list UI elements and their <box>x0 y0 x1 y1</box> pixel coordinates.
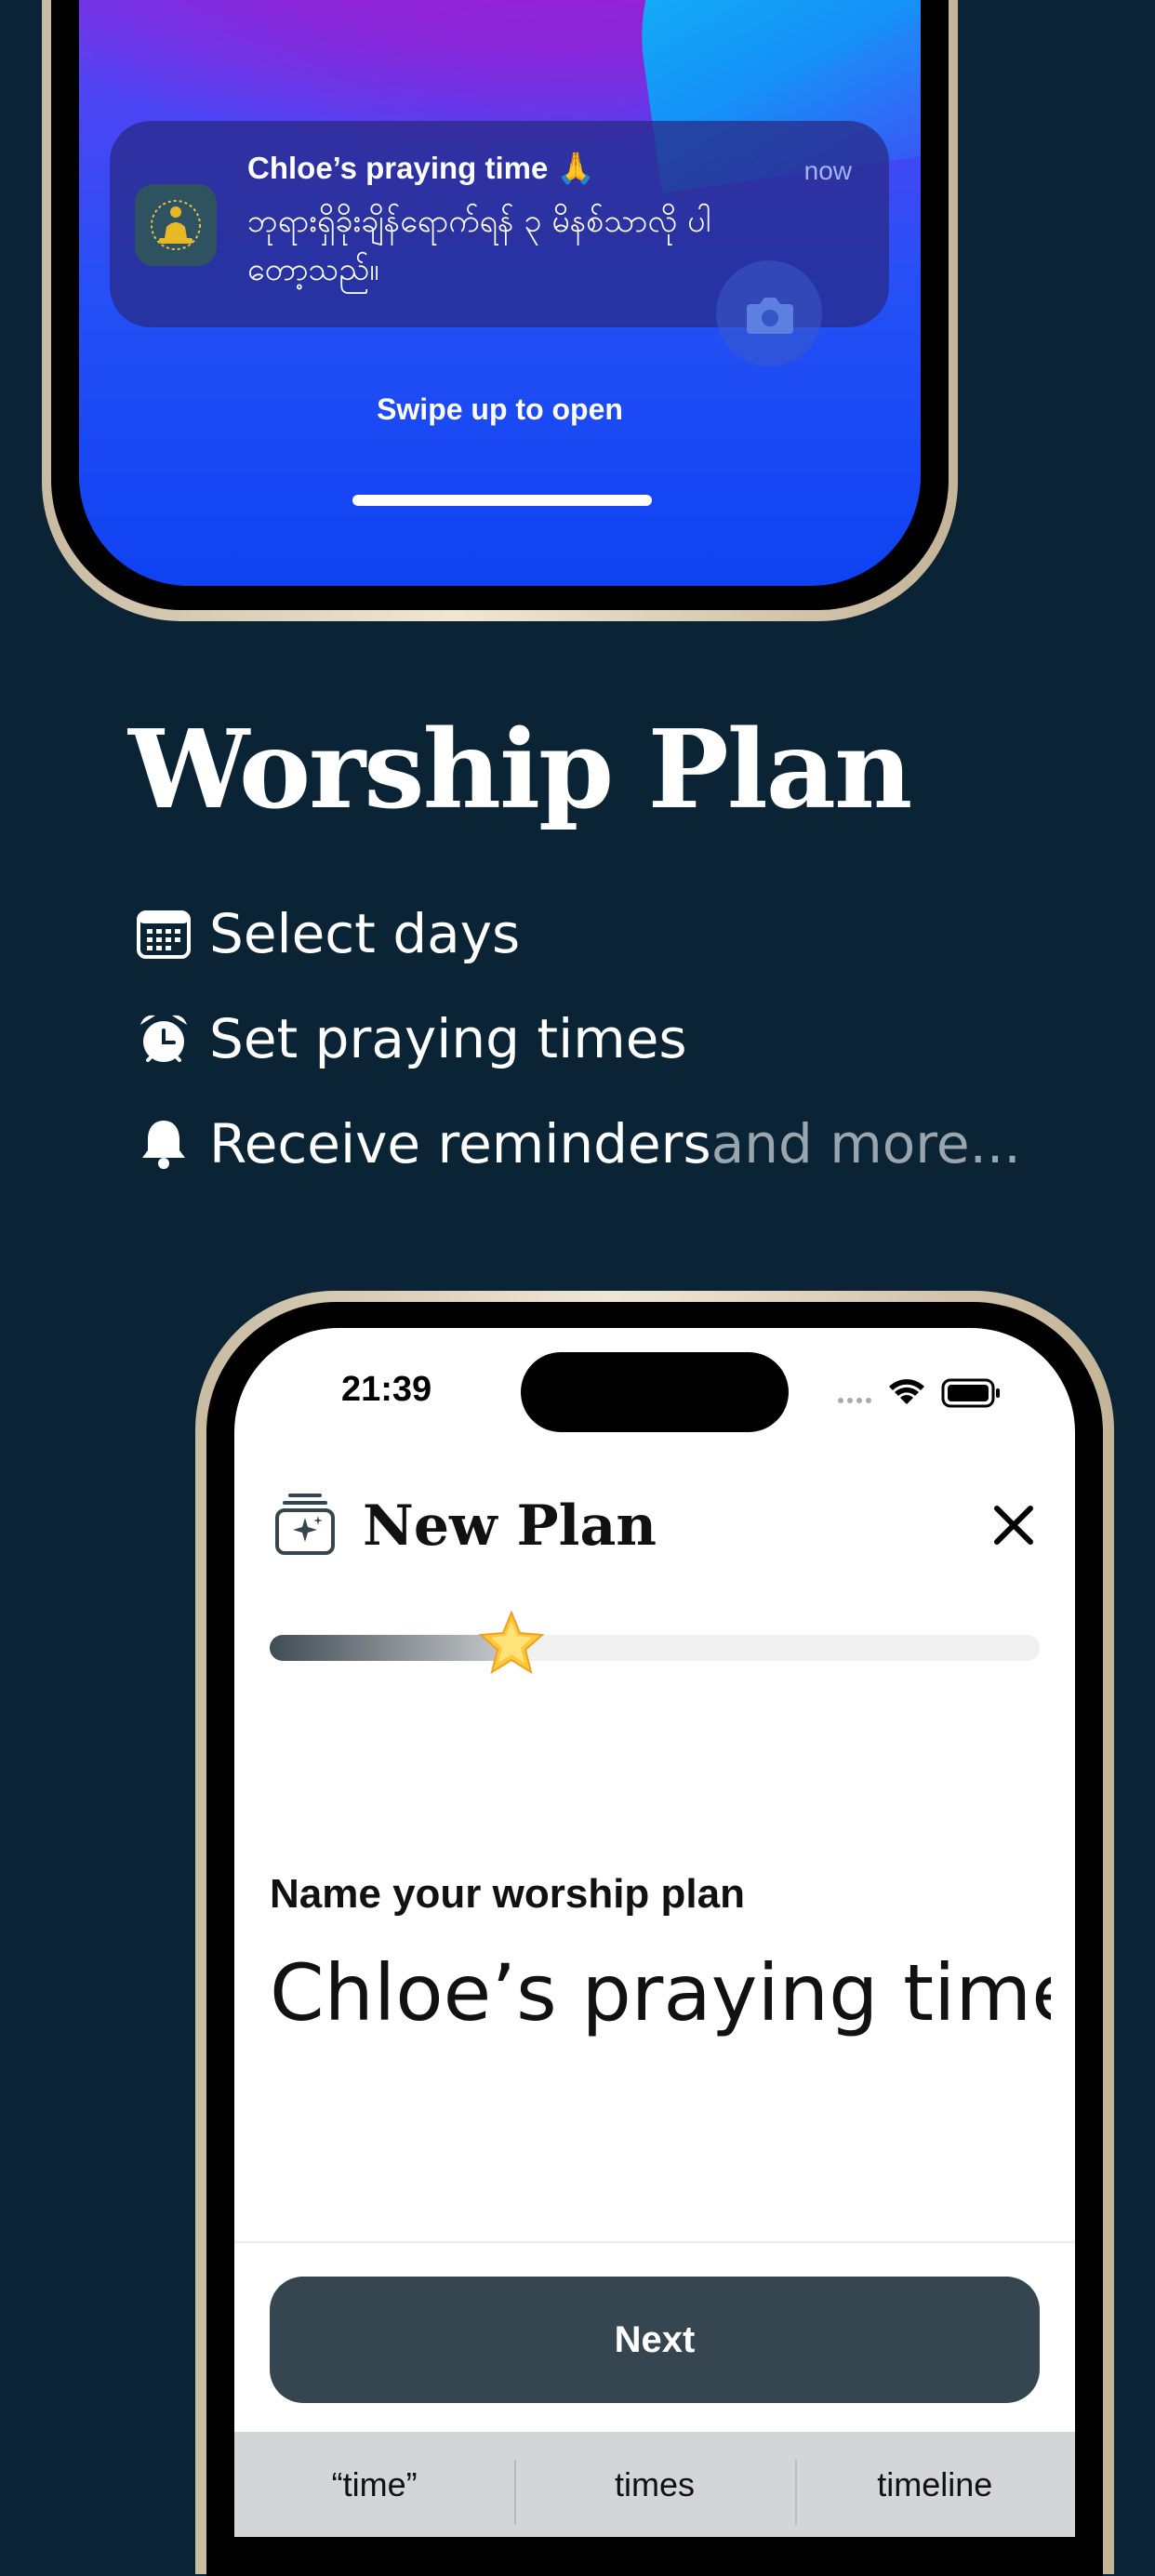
new-plan-icon <box>275 1494 335 1555</box>
feature-text: Receive reminders <box>209 1112 711 1175</box>
keyboard-suggestion[interactable]: timeline <box>794 2432 1075 2537</box>
alarm-clock-icon <box>140 1015 187 1062</box>
plan-name-input[interactable] <box>270 1942 1051 2044</box>
bell-icon <box>142 1121 185 1169</box>
home-indicator[interactable] <box>352 495 652 506</box>
feature-select-days: Select days <box>135 896 520 971</box>
status-time: 21:39 <box>341 1370 432 1409</box>
feature-set-times: Set praying times <box>135 1002 687 1076</box>
camera-icon <box>747 298 793 334</box>
lock-screen: Chloe’s praying time 🙏 now ဘုရားရှိခိုးခ… <box>79 0 921 586</box>
keyboard-suggestion[interactable]: times <box>514 2432 794 2537</box>
keyboard-suggestion-bar: “time” times timeline <box>234 2432 1075 2537</box>
battery-icon <box>941 1378 1000 1408</box>
headline: Worship Plan <box>128 707 912 833</box>
feature-reminders: Receive reminders and more... <box>135 1107 1021 1181</box>
notification-title: Chloe’s praying time 🙏 <box>247 151 595 185</box>
status-icons <box>838 1378 1000 1408</box>
notification-time: now <box>803 156 852 185</box>
divider <box>234 2241 1075 2243</box>
progress-fill <box>270 1635 509 1661</box>
keyboard-suggestion[interactable]: “time” <box>234 2432 514 2537</box>
camera-button[interactable] <box>716 260 822 366</box>
star-icon <box>478 1610 545 1675</box>
swipe-up-hint: Swipe up to open <box>377 392 623 426</box>
page-title: New Plan <box>363 1494 657 1559</box>
feature-text: Select days <box>209 902 521 965</box>
calendar-icon <box>137 910 191 959</box>
feature-text: Set praying times <box>209 1007 687 1070</box>
wifi-icon <box>889 1379 924 1404</box>
app-icon <box>135 184 217 266</box>
close-icon[interactable] <box>989 1501 1038 1549</box>
dynamic-island <box>521 1352 789 1432</box>
next-button[interactable]: Next <box>270 2277 1040 2403</box>
cellular-signal-icon <box>838 1398 871 1403</box>
progress-bar <box>270 1635 1040 1661</box>
plan-name-label: Name your worship plan <box>270 1871 745 1917</box>
app-screen: 21:39 New Plan Name your worship plan Ch… <box>234 1328 1075 2537</box>
feature-more-text: and more... <box>710 1112 1021 1175</box>
